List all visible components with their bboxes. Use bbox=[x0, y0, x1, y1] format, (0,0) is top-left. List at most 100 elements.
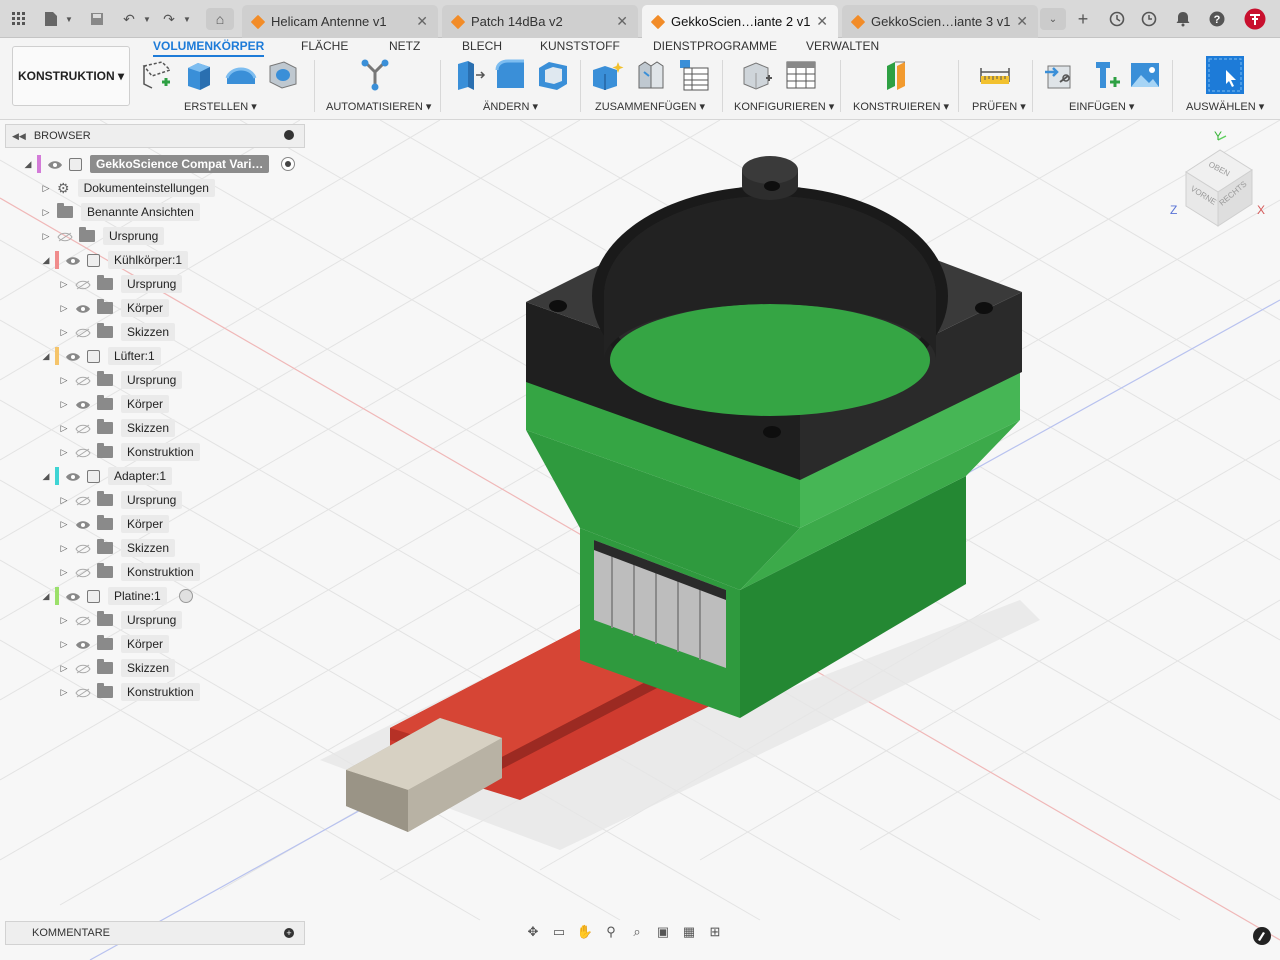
tree-item-row[interactable]: ▷ Körper bbox=[59, 634, 170, 654]
app-grid-icon[interactable] bbox=[8, 8, 30, 30]
group-konstruieren[interactable]: KONSTRUIEREN ▾ bbox=[853, 100, 949, 113]
new-component-icon[interactable] bbox=[590, 58, 624, 92]
tree-item-row[interactable]: ▷ Ursprung bbox=[59, 274, 183, 294]
visibility-eye-icon[interactable] bbox=[65, 591, 81, 601]
visibility-eye-icon[interactable] bbox=[75, 639, 91, 649]
user-avatar[interactable] bbox=[1244, 8, 1266, 30]
visibility-hidden-eye-icon[interactable] bbox=[75, 327, 91, 338]
visibility-hidden-eye-icon[interactable] bbox=[57, 231, 73, 242]
insert-canvas-icon[interactable] bbox=[1128, 58, 1162, 92]
collapsed-triangle-icon[interactable]: ▷ bbox=[59, 279, 69, 290]
tree-item-row[interactable]: ▷ ⚙ Dokumenteinstellungen bbox=[41, 178, 215, 198]
tree-item-row[interactable]: ▷ Ursprung bbox=[41, 226, 165, 246]
close-icon[interactable]: ✕ bbox=[616, 13, 628, 30]
tree-item-row[interactable]: ▷ Ursprung bbox=[59, 490, 183, 510]
visibility-hidden-eye-icon[interactable] bbox=[75, 615, 91, 626]
visibility-eye-icon[interactable] bbox=[75, 399, 91, 409]
collapsed-triangle-icon[interactable]: ▷ bbox=[59, 495, 69, 506]
close-icon[interactable]: ✕ bbox=[816, 13, 828, 30]
collapsed-triangle-icon[interactable]: ▷ bbox=[59, 399, 69, 410]
tree-item-row[interactable]: ▷ Skizzen bbox=[59, 538, 176, 558]
tree-item-row[interactable]: ▷ Skizzen bbox=[59, 418, 176, 438]
tree-component-row[interactable]: ◢ Kühlkörper:1 bbox=[41, 250, 189, 270]
tab-netz[interactable]: NETZ bbox=[389, 39, 420, 53]
visibility-eye-icon[interactable] bbox=[65, 471, 81, 481]
workspace-switcher[interactable]: KONSTRUKTION ▾ bbox=[12, 46, 130, 106]
table-icon[interactable] bbox=[676, 58, 710, 92]
measure-icon[interactable] bbox=[978, 58, 1012, 92]
visibility-hidden-eye-icon[interactable] bbox=[75, 375, 91, 386]
hole-icon[interactable] bbox=[266, 58, 300, 92]
expanded-triangle-icon[interactable]: ◢ bbox=[23, 159, 33, 170]
visibility-hidden-eye-icon[interactable] bbox=[75, 543, 91, 554]
tree-item-row[interactable]: ▷ Konstruktion bbox=[59, 442, 200, 462]
collapsed-triangle-icon[interactable]: ▷ bbox=[59, 663, 69, 674]
new-tab-plus-icon[interactable]: + bbox=[1072, 8, 1094, 30]
group-aendern[interactable]: ÄNDERN ▾ bbox=[483, 100, 538, 113]
comments-panel[interactable]: KOMMENTARE + bbox=[5, 921, 305, 945]
collapsed-triangle-icon[interactable]: ▷ bbox=[41, 231, 51, 242]
insert-mcmaster-icon[interactable] bbox=[1088, 58, 1122, 92]
group-erstellen[interactable]: ERSTELLEN ▾ bbox=[184, 100, 257, 113]
tree-root-row[interactable]: ◢ GekkoScience Compat Vari… bbox=[23, 154, 296, 174]
group-automatisieren[interactable]: AUTOMATISIEREN ▾ bbox=[326, 100, 431, 113]
visibility-hidden-eye-icon[interactable] bbox=[75, 687, 91, 698]
collapsed-triangle-icon[interactable]: ▷ bbox=[59, 687, 69, 698]
expanded-triangle-icon[interactable]: ◢ bbox=[41, 471, 51, 482]
visibility-eye-icon[interactable] bbox=[75, 303, 91, 313]
tree-item-row[interactable]: ▷ Ursprung bbox=[59, 370, 183, 390]
document-tab-active[interactable]: GekkoScien…iante 2 v1 ✕ bbox=[642, 5, 838, 38]
tab-kunststoff[interactable]: KUNSTSTOFF bbox=[540, 39, 620, 53]
visibility-eye-icon[interactable] bbox=[65, 255, 81, 265]
collapsed-triangle-icon[interactable]: ▷ bbox=[59, 567, 69, 578]
help-icon[interactable]: ? bbox=[1206, 8, 1228, 30]
create-sketch-icon[interactable] bbox=[140, 58, 174, 92]
collapse-panel-icon[interactable]: ◀◀ bbox=[12, 131, 26, 142]
fit-icon[interactable]: ⌕ bbox=[626, 921, 648, 943]
visibility-hidden-eye-icon[interactable] bbox=[75, 567, 91, 578]
activate-radio-icon[interactable] bbox=[281, 157, 296, 171]
viewports-icon[interactable]: ⊞ bbox=[704, 921, 726, 943]
job-status-icon[interactable] bbox=[1106, 8, 1128, 30]
fillet-icon[interactable] bbox=[494, 58, 528, 92]
tab-flaeche[interactable]: FLÄCHE bbox=[301, 39, 348, 53]
group-einfuegen[interactable]: EINFÜGEN ▾ bbox=[1069, 100, 1134, 113]
tree-component-row[interactable]: ◢ Adapter:1 bbox=[41, 466, 173, 486]
group-pruefen[interactable]: PRÜFEN ▾ bbox=[972, 100, 1026, 113]
group-zusammenfuegen[interactable]: ZUSAMMENFÜGEN ▾ bbox=[595, 100, 705, 113]
close-icon[interactable]: ✕ bbox=[416, 13, 428, 30]
extrude-icon[interactable] bbox=[182, 58, 216, 92]
tab-overflow-chevron-icon[interactable]: ⌄ bbox=[1040, 8, 1066, 30]
offset-plane-icon[interactable] bbox=[882, 58, 916, 92]
shell-icon[interactable] bbox=[536, 58, 570, 92]
display-settings-icon[interactable]: ▣ bbox=[652, 921, 674, 943]
joint-icon[interactable] bbox=[634, 58, 668, 92]
bell-icon[interactable] bbox=[1172, 8, 1194, 30]
tree-item-row[interactable]: ▷ Konstruktion bbox=[59, 562, 200, 582]
orbit-icon[interactable]: ✥ bbox=[522, 921, 544, 943]
close-icon[interactable]: ✕ bbox=[1016, 13, 1028, 30]
expanded-triangle-icon[interactable]: ◢ bbox=[41, 591, 51, 602]
tree-item-row[interactable]: ▷ Körper bbox=[59, 394, 170, 414]
home-icon[interactable]: ⌂ bbox=[206, 8, 234, 30]
collapsed-triangle-icon[interactable]: ▷ bbox=[59, 615, 69, 626]
visibility-hidden-eye-icon[interactable] bbox=[75, 495, 91, 506]
collapsed-triangle-icon[interactable]: ▷ bbox=[59, 327, 69, 338]
pan-hand-icon[interactable]: ✋ bbox=[574, 921, 596, 943]
select-icon[interactable] bbox=[1206, 56, 1244, 94]
document-tab[interactable]: Helicam Antenne v1 ✕ bbox=[242, 5, 438, 38]
insert-derive-icon[interactable] bbox=[1042, 58, 1076, 92]
collapsed-triangle-icon[interactable]: ▷ bbox=[59, 303, 69, 314]
tree-item-row[interactable]: ▷ Körper bbox=[59, 298, 170, 318]
collapsed-triangle-icon[interactable]: ▷ bbox=[59, 375, 69, 386]
tab-blech[interactable]: BLECH bbox=[462, 39, 502, 53]
browser-header[interactable]: ◀◀ BROWSER bbox=[5, 124, 305, 148]
look-at-icon[interactable]: ▭ bbox=[548, 921, 570, 943]
tab-verwalten[interactable]: VERWALTEN bbox=[806, 39, 879, 53]
tree-item-row[interactable]: ▷ Skizzen bbox=[59, 658, 176, 678]
collapsed-triangle-icon[interactable]: ▷ bbox=[41, 207, 51, 218]
collapsed-triangle-icon[interactable]: ▷ bbox=[41, 183, 51, 194]
zoom-icon[interactable]: ⚲ bbox=[600, 921, 622, 943]
collapsed-triangle-icon[interactable]: ▷ bbox=[59, 639, 69, 650]
redo-menu-chevron-icon[interactable]: ▼ bbox=[176, 8, 198, 30]
